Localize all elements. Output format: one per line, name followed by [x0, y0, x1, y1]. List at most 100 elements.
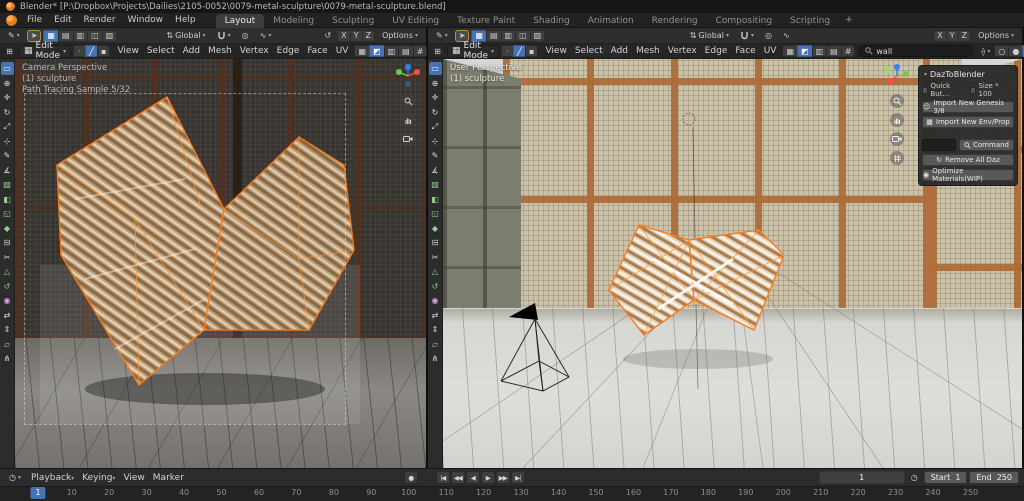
frame-tick[interactable]: 230	[888, 488, 903, 497]
quick-buttons-checkbox[interactable]: Quick But...	[922, 82, 967, 98]
select-mode-intersect[interactable]: ▧	[530, 30, 546, 42]
overlay-toggle-measure[interactable]: ▤	[398, 45, 414, 57]
transport-button[interactable]: ▶▶	[496, 471, 510, 484]
timeline-menu[interactable]: View	[119, 473, 148, 483]
mesh-select-mode-face[interactable]: ▪	[525, 45, 538, 57]
mirror-axis[interactable]: Z	[958, 30, 971, 42]
frame-tick[interactable]: 220	[851, 488, 866, 497]
frame-tick[interactable]: 110	[439, 488, 454, 497]
frame-tick[interactable]: 160	[626, 488, 641, 497]
viewport-menu[interactable]: Add	[179, 46, 204, 56]
menu-item[interactable]: Help	[169, 14, 202, 26]
transport-button[interactable]: |◀	[436, 471, 450, 484]
menu-item[interactable]: Render	[78, 14, 122, 26]
falloff-dropdown[interactable]: ∿▾	[256, 30, 276, 42]
blender-menu-icon[interactable]	[6, 15, 17, 26]
frame-tick[interactable]: 180	[701, 488, 716, 497]
import-envprop-button[interactable]: ▦Import New Env/Prop	[922, 116, 1014, 128]
cursor-tool-button[interactable]: ➤	[455, 30, 470, 42]
tool-extrude-region[interactable]: ◧	[429, 193, 442, 206]
frame-tick[interactable]: 60	[254, 488, 264, 497]
tool-poly-build[interactable]: △	[429, 265, 442, 278]
tool-loop-cut[interactable]: ⊟	[1, 236, 14, 249]
mesh-select-mode-face[interactable]: ▪	[97, 45, 110, 57]
workspace-tab[interactable]: Sculpting	[323, 14, 383, 28]
overlay-toggle-annotation[interactable]: #	[413, 45, 428, 57]
select-mode-new[interactable]: ▦	[43, 30, 59, 42]
mirror-axis[interactable]: Z	[362, 30, 375, 42]
menu-item[interactable]: File	[21, 14, 48, 26]
overlay-toggle-annotation[interactable]: #	[841, 45, 856, 57]
mode-dropdown[interactable]: ▦Edit Mode▾	[19, 45, 71, 58]
remove-all-daz-button[interactable]: ↻Remove All Daz	[922, 154, 1014, 166]
workspace-tab[interactable]: Modeling	[264, 14, 323, 28]
frame-tick[interactable]: 190	[738, 488, 753, 497]
panel-header[interactable]: ▾ DazToBlender	[922, 69, 1014, 82]
tool-extrude-region[interactable]: ◧	[1, 193, 14, 206]
current-frame-field[interactable]: 1	[819, 471, 905, 484]
select-mode-invert[interactable]: ◫	[87, 30, 103, 42]
camera-view-icon[interactable]	[890, 132, 904, 146]
size-100-checkbox[interactable]: Size * 100	[970, 82, 1015, 98]
timeline-ruler[interactable]: 1102030405060708090100110120130140150160…	[0, 487, 1024, 501]
frame-tick[interactable]: 240	[925, 488, 940, 497]
workspace-tab[interactable]: Rendering	[643, 14, 707, 28]
pan-hand-icon[interactable]	[401, 113, 415, 127]
frame-tick[interactable]: 20	[104, 488, 114, 497]
frame-tick[interactable]: 210	[813, 488, 828, 497]
tool-move[interactable]: ✛	[1, 91, 14, 104]
tool-shrink-fatten[interactable]: ⇕	[429, 323, 442, 336]
tool-inset-faces[interactable]: ◱	[429, 207, 442, 220]
mode-dropdown[interactable]: ▦Edit Mode▾	[447, 45, 499, 58]
tool-scale[interactable]: ⤢	[1, 120, 14, 133]
viewport-menu[interactable]: Face	[731, 46, 759, 56]
viewport-menu[interactable]: UV	[332, 46, 353, 56]
mirror-axis[interactable]: Y	[350, 30, 363, 42]
frame-tick[interactable]: 50	[216, 488, 226, 497]
tool-inset-faces[interactable]: ◱	[1, 207, 14, 220]
tool-spin[interactable]: ↺	[1, 280, 14, 293]
viewport-menu[interactable]: View	[113, 46, 142, 56]
command-input[interactable]	[922, 139, 956, 151]
snap-dropdown[interactable]: ▾	[736, 30, 758, 42]
mirror-axis[interactable]: Y	[946, 30, 959, 42]
viewport-menu[interactable]: Edge	[701, 46, 732, 56]
proportional-editing-button[interactable]: ◎	[761, 30, 776, 42]
gizmo-dropdown[interactable]: ⟠▾	[979, 45, 992, 57]
frame-tick[interactable]: 140	[551, 488, 566, 497]
zoom-icon[interactable]	[890, 94, 904, 108]
tool-annotate[interactable]: ✎	[429, 149, 442, 162]
viewport-menu[interactable]: UV	[760, 46, 781, 56]
overlay-toggle-measure[interactable]: ▤	[826, 45, 842, 57]
viewport-menu[interactable]: Mesh	[204, 46, 236, 56]
tool-rip-region[interactable]: ⋔	[1, 352, 14, 365]
viewport-menu[interactable]: Select	[143, 46, 179, 56]
viewport-menu[interactable]: Mesh	[632, 46, 664, 56]
frame-tick[interactable]: 100	[401, 488, 416, 497]
select-mode-invert[interactable]: ◫	[515, 30, 531, 42]
transport-button[interactable]: ◀	[466, 471, 480, 484]
overlay-toggle-xray[interactable]: ◩	[369, 45, 385, 57]
viewport-menu[interactable]: View	[541, 46, 570, 56]
frame-tick[interactable]: 30	[142, 488, 152, 497]
tool-poly-build[interactable]: △	[1, 265, 14, 278]
frame-tick[interactable]: 1	[30, 487, 45, 499]
zoom-icon[interactable]	[401, 94, 415, 108]
overlay-toggle-xray[interactable]: ◩	[797, 45, 813, 57]
shading-mode-wireframe[interactable]: ○	[994, 45, 1009, 57]
select-mode-subtract[interactable]: ▥	[73, 30, 89, 42]
options-dropdown[interactable]: Options▾	[974, 30, 1018, 42]
tool-select-box[interactable]: ▭	[1, 62, 14, 75]
tool-transform[interactable]: ⊹	[1, 135, 14, 148]
tool-shear[interactable]: ▱	[429, 338, 442, 351]
frame-tick[interactable]: 40	[179, 488, 189, 497]
overlay-toggle-gizmos[interactable]: ▥	[812, 45, 828, 57]
axis-gizmo[interactable]	[395, 63, 421, 89]
editor-type-button[interactable]: ◷▾	[5, 472, 25, 484]
shading-mode-solid[interactable]: ●	[1008, 45, 1023, 57]
overlay-toggle-gizmos[interactable]: ▥	[384, 45, 400, 57]
select-mode-intersect[interactable]: ▧	[102, 30, 118, 42]
viewport-menu[interactable]: Select	[571, 46, 607, 56]
tool-shrink-fatten[interactable]: ⇕	[1, 323, 14, 336]
mirror-axis[interactable]: X	[933, 30, 946, 42]
